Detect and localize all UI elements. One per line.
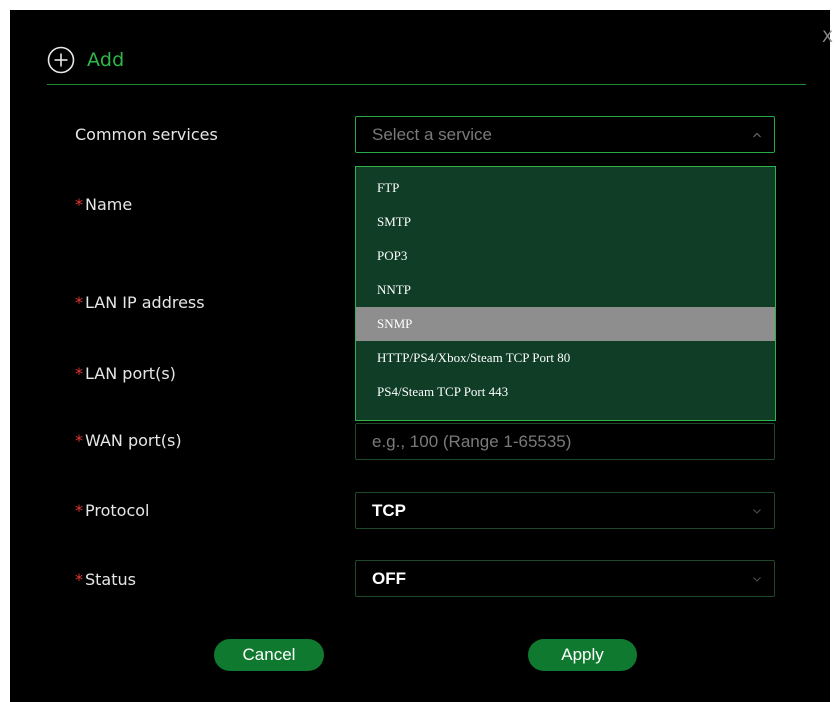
service-option-port-443[interactable]: PS4/Steam TCP Port 443 [356, 375, 775, 409]
status-select[interactable]: OFF [355, 560, 775, 597]
protocol-select[interactable]: TCP [355, 492, 775, 529]
name-label-text: Name [85, 195, 133, 214]
required-marker: * [75, 293, 83, 312]
required-marker: * [75, 195, 83, 214]
service-option-snmp[interactable]: SNMP [356, 307, 775, 341]
service-option-ftp[interactable]: FTP [356, 171, 775, 205]
wan-ports-label-text: WAN port(s) [85, 431, 182, 450]
dialog-title: Add [87, 49, 125, 71]
dialog-header: Add [47, 46, 124, 74]
common-services-label: Common services [75, 125, 218, 144]
protocol-label-text: Protocol [85, 501, 150, 520]
required-marker: * [75, 364, 83, 383]
plus-circle-icon [47, 46, 75, 74]
required-marker: * [75, 570, 83, 589]
name-label: * Name [75, 195, 132, 214]
lan-ip-label-text: LAN IP address [85, 293, 205, 312]
required-marker: * [75, 501, 83, 520]
lan-ports-label: * LAN port(s) [75, 364, 176, 383]
wan-ports-label: * WAN port(s) [75, 431, 182, 450]
lan-ports-label-text: LAN port(s) [85, 364, 176, 383]
service-option-pop3[interactable]: POP3 [356, 239, 775, 273]
lan-ip-label: * LAN IP address [75, 293, 205, 312]
service-option-http-port-80[interactable]: HTTP/PS4/Xbox/Steam TCP Port 80 [356, 341, 775, 375]
wan-ports-input[interactable]: e.g., 100 (Range 1-65535) [355, 423, 775, 460]
protocol-value: TCP [372, 500, 406, 520]
service-option-nntp[interactable]: NNTP [356, 273, 775, 307]
common-services-label-text: Common services [75, 125, 218, 144]
status-label-text: Status [85, 570, 136, 589]
protocol-label: * Protocol [75, 501, 149, 520]
common-services-placeholder: Select a service [372, 124, 492, 144]
services-dropdown: FTP SMTP POP3 NNTP SNMP HTTP/PS4/Xbox/St… [355, 166, 776, 421]
header-divider [47, 84, 806, 85]
service-option-smtp[interactable]: SMTP [356, 205, 775, 239]
close-icon[interactable]: X [822, 28, 840, 46]
service-option-port-3478[interactable]: PS4/PS5 TCP Port 3478-3479 [356, 409, 775, 420]
cancel-button[interactable]: Cancel [214, 639, 324, 671]
status-value: OFF [372, 568, 406, 588]
chevron-down-icon [753, 577, 761, 582]
status-label: * Status [75, 570, 136, 589]
common-services-select[interactable]: Select a service [355, 116, 775, 153]
wan-ports-placeholder: e.g., 100 (Range 1-65535) [372, 431, 572, 451]
required-marker: * [75, 431, 83, 450]
apply-button[interactable]: Apply [528, 639, 637, 671]
chevron-up-icon [753, 132, 761, 138]
chevron-down-icon [753, 509, 761, 514]
